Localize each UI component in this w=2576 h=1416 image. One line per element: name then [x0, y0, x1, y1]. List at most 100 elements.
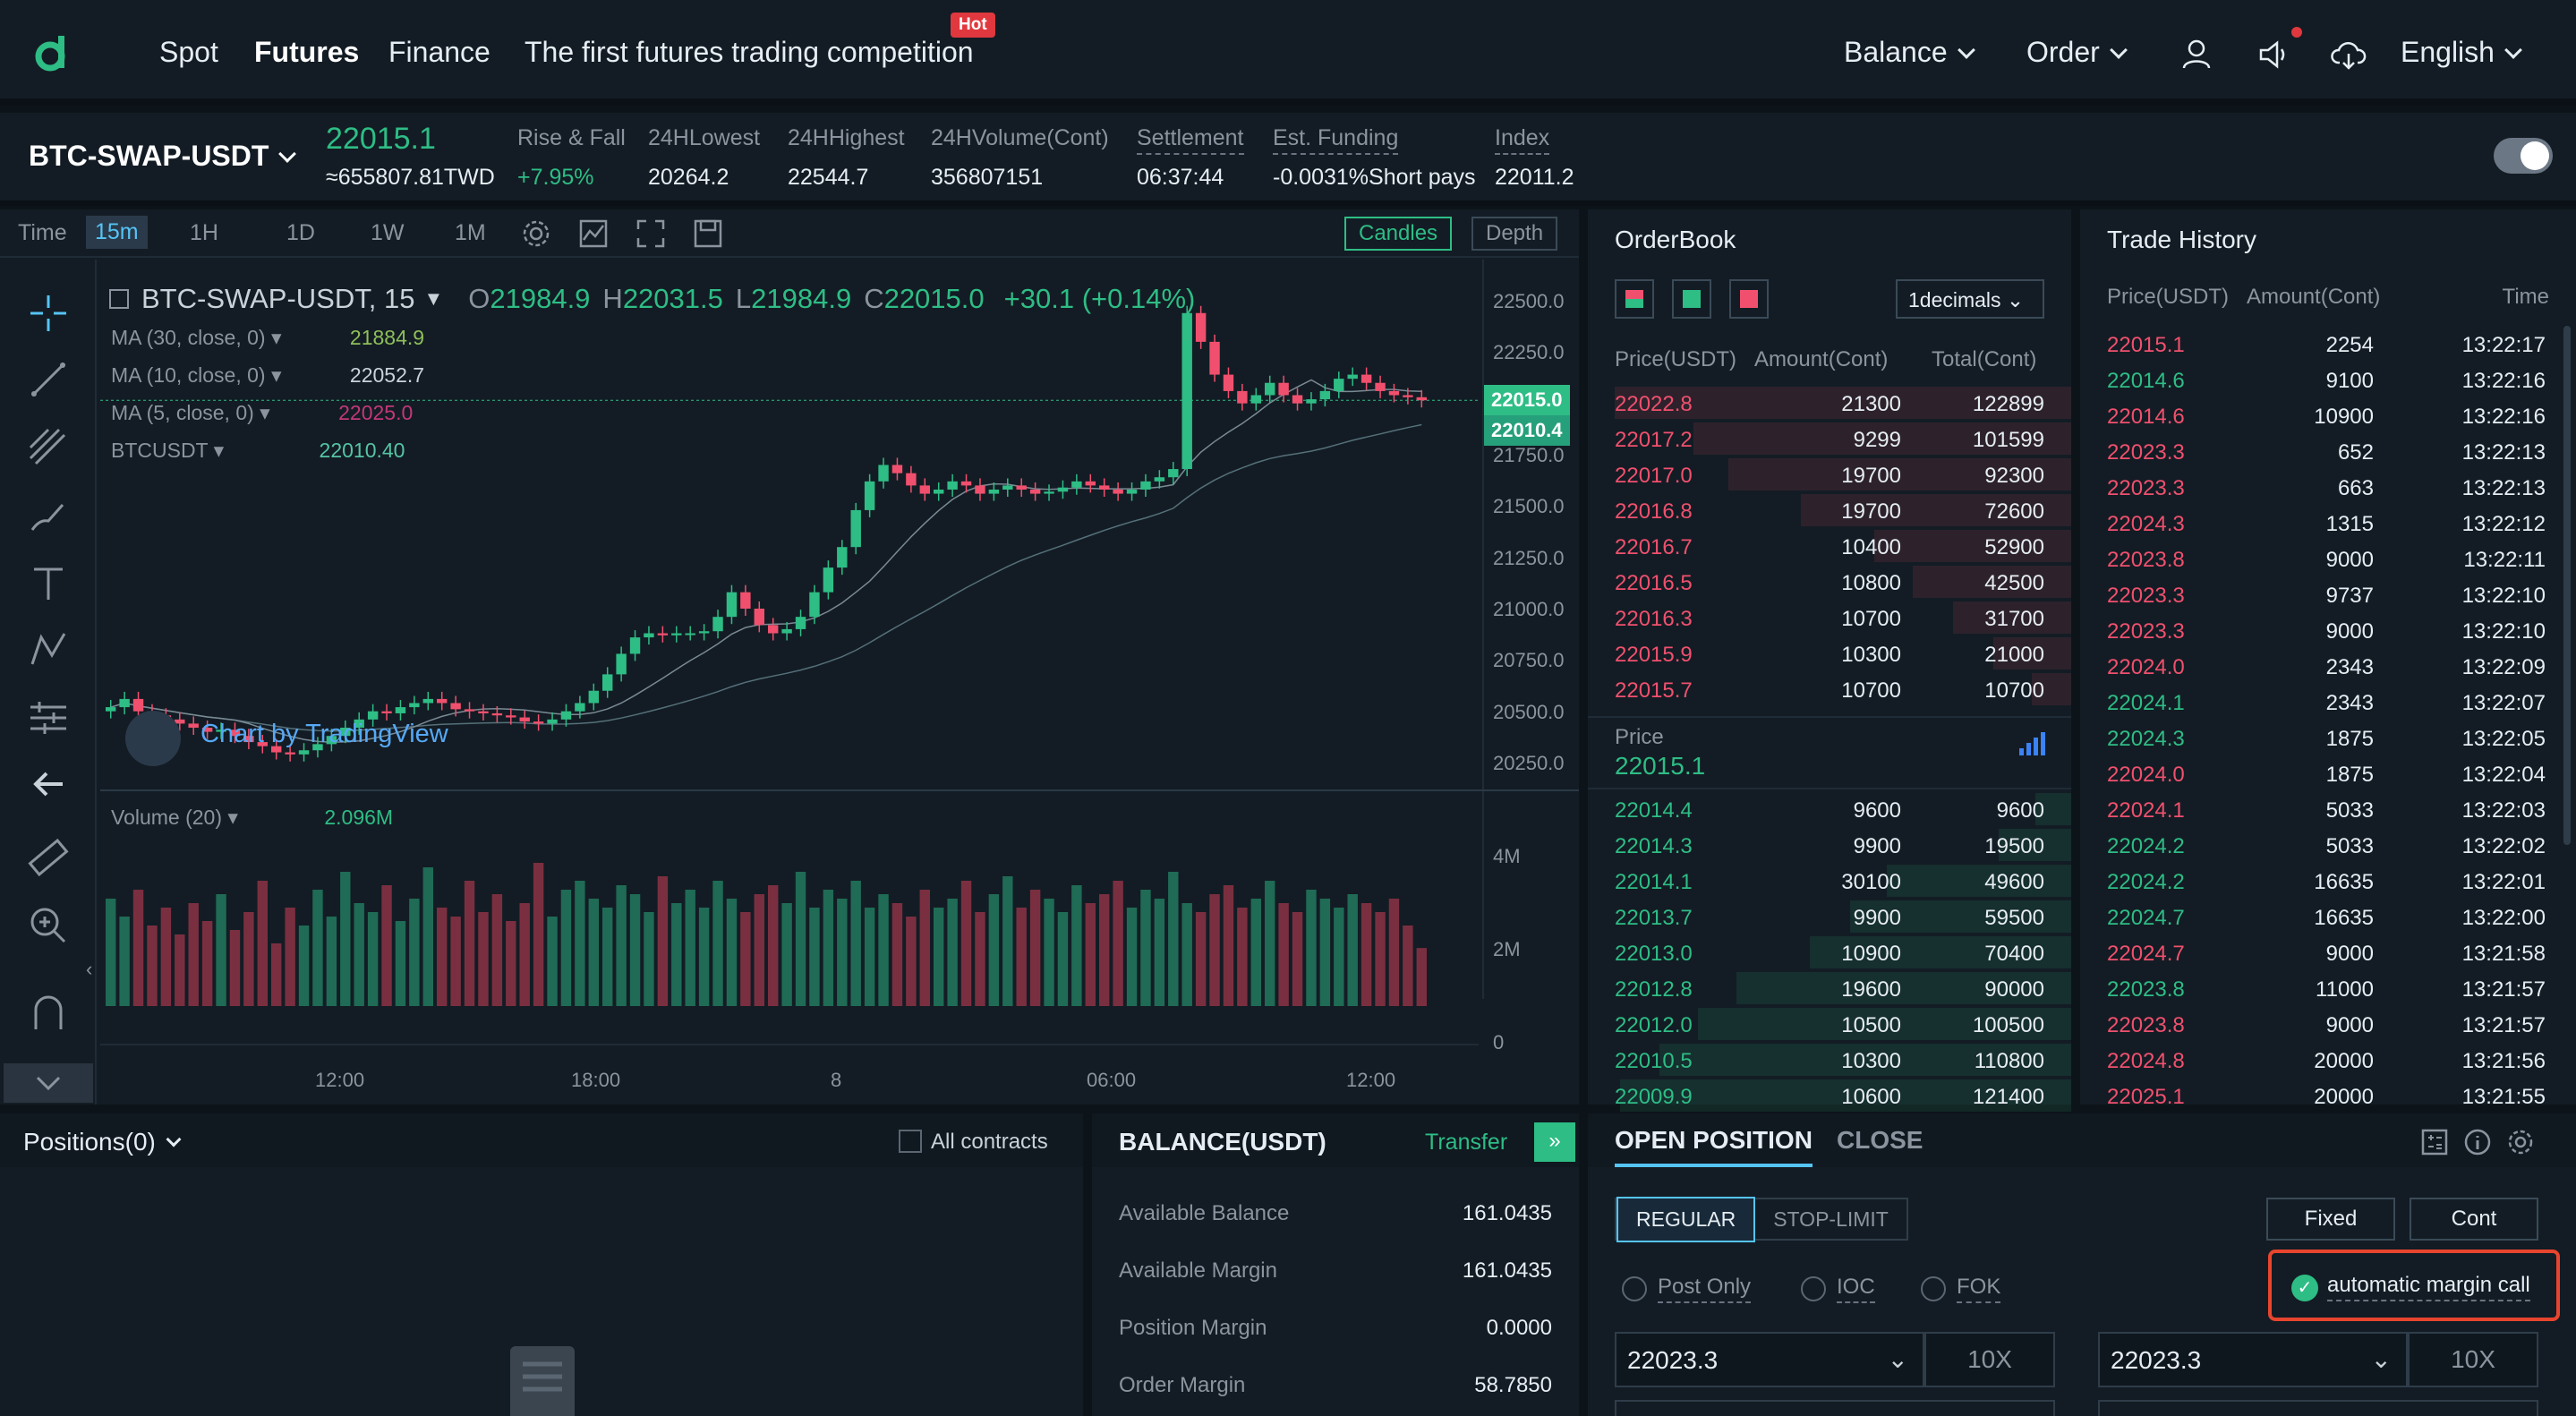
volume-bar [1319, 899, 1331, 1006]
theme-toggle[interactable] [2494, 138, 2553, 174]
interval-1m[interactable]: 1M [455, 220, 486, 246]
zoom-in-icon[interactable] [27, 904, 70, 947]
bid-row[interactable]: 22012.0 10500 100500 [1588, 1006, 2071, 1042]
interval-1d[interactable]: 1D [286, 220, 315, 246]
ioc-radio[interactable] [1801, 1276, 1826, 1301]
text-tool-icon[interactable] [27, 562, 70, 605]
view-asks-icon[interactable] [1729, 279, 1769, 319]
candle [119, 698, 130, 708]
back-arrow-icon[interactable] [27, 763, 70, 806]
tab-close[interactable]: CLOSE [1837, 1126, 1923, 1155]
next-input[interactable] [1615, 1400, 2055, 1416]
ask-row[interactable]: 22017.0 19700 92300 [1588, 456, 2071, 492]
ask-row[interactable]: 22016.8 19700 72600 [1588, 492, 2071, 528]
bid-row[interactable]: 22014.4 9600 9600 [1588, 791, 2071, 827]
trade-row: 22024.1 5033 13:22:03 [2080, 791, 2563, 827]
bid-row[interactable]: 22010.5 10300 110800 [1588, 1042, 2071, 1078]
calculator-icon[interactable] [2420, 1128, 2449, 1156]
trendline-icon[interactable] [27, 358, 70, 401]
fok-label[interactable]: FOK [1957, 1275, 2001, 1303]
pair-selector[interactable]: BTC-SWAP-USDT [29, 140, 297, 173]
trade-amount: 663 [2337, 476, 2374, 500]
tab-open-position[interactable]: OPEN POSITION [1615, 1126, 1813, 1167]
indicators-icon[interactable] [578, 218, 609, 249]
decimals-select[interactable]: 1decimals ⌄ [1896, 279, 2044, 319]
buy-price-select[interactable]: 22023.3 ⌄ [1615, 1332, 1924, 1387]
cloud-download-icon[interactable] [2331, 39, 2367, 70]
bid-row[interactable]: 22013.7 9900 59500 [1588, 899, 2071, 934]
volume-bar [891, 903, 903, 1006]
order-type-regular[interactable]: REGULAR [1616, 1196, 1756, 1242]
speaker-icon[interactable] [2257, 39, 2293, 70]
sell-price-select[interactable]: 22023.3 ⌄ [2098, 1332, 2408, 1387]
sell-leverage[interactable]: 10X [2408, 1332, 2538, 1387]
scrollbar[interactable] [2563, 326, 2571, 845]
all-contracts-checkbox[interactable] [899, 1130, 922, 1153]
ioc-label[interactable]: IOC [1837, 1275, 1875, 1303]
ask-row[interactable]: 22017.2 9299 101599 [1588, 421, 2071, 456]
info-icon[interactable] [2463, 1128, 2492, 1156]
interval-1h[interactable]: 1H [190, 220, 218, 246]
tradingview-watermark[interactable]: Chart by TradingView [200, 720, 448, 749]
positions-dropdown[interactable]: Positions(0) [23, 1128, 182, 1156]
nav-futures[interactable]: Futures [254, 36, 359, 69]
next-input[interactable] [2098, 1400, 2538, 1416]
fok-radio[interactable] [1921, 1276, 1946, 1301]
fullscreen-icon[interactable] [635, 218, 666, 249]
interval-1w[interactable]: 1W [371, 220, 405, 246]
crosshair-icon[interactable] [27, 292, 70, 335]
candles-button[interactable]: Candles [1344, 217, 1453, 251]
nav-balance[interactable]: Balance [1844, 36, 1975, 69]
volume-chart[interactable] [100, 791, 1479, 1006]
stat-label[interactable]: Settlement [1137, 125, 1244, 155]
stat-label[interactable]: Est. Funding [1273, 125, 1399, 155]
view-both-icon[interactable] [1615, 279, 1654, 319]
buy-leverage[interactable]: 10X [1924, 1332, 2055, 1387]
save-icon[interactable] [693, 218, 723, 249]
nav-spot[interactable]: Spot [159, 36, 218, 69]
order-type-stop-limit[interactable]: STOP-LIMIT [1755, 1198, 1906, 1241]
ask-row[interactable]: 22015.9 10300 21000 [1588, 635, 2071, 671]
bid-row[interactable]: 22012.8 19600 90000 [1588, 970, 2071, 1006]
ask-row[interactable]: 22016.3 10700 31700 [1588, 600, 2071, 635]
nav-finance[interactable]: Finance [388, 36, 490, 69]
settings-gear-icon[interactable] [521, 218, 551, 249]
expand-arrows-icon[interactable]: » [1534, 1122, 1575, 1162]
transfer-link[interactable]: Transfer [1425, 1130, 1507, 1156]
bid-row[interactable]: 22014.3 9900 19500 [1588, 827, 2071, 863]
pattern-icon[interactable] [27, 628, 70, 671]
magnet-icon[interactable] [27, 992, 70, 1035]
price-chart[interactable] [100, 265, 1479, 784]
bid-row[interactable]: 22014.1 30100 49600 [1588, 863, 2071, 899]
depth-button[interactable]: Depth [1471, 217, 1558, 251]
bid-row[interactable]: 22009.9 10600 121400 [1588, 1078, 2071, 1113]
stat-label[interactable]: Index [1495, 125, 1550, 155]
ask-row[interactable]: 22016.5 10800 42500 [1588, 564, 2071, 600]
ruler-icon[interactable] [27, 836, 70, 879]
nav-order[interactable]: Order [2026, 36, 2128, 69]
fib-tool-icon[interactable] [27, 426, 70, 469]
bid-row[interactable]: 22013.0 10900 70400 [1588, 934, 2071, 970]
ask-row[interactable]: 22016.7 10400 52900 [1588, 528, 2071, 564]
cont-button[interactable]: Cont [2410, 1198, 2538, 1241]
volume-bar [768, 885, 779, 1006]
auto-margin-checkbox[interactable]: ✓ [2291, 1275, 2318, 1301]
post-only-radio[interactable] [1622, 1276, 1647, 1301]
ask-row[interactable]: 22015.7 10700 10700 [1588, 671, 2071, 707]
brush-icon[interactable] [27, 494, 70, 537]
nav-competition[interactable]: The first futures trading competition [525, 36, 974, 69]
language-selector[interactable]: English [2401, 36, 2522, 69]
user-icon[interactable] [2182, 39, 2211, 70]
collapse-handle[interactable]: ‹ [86, 958, 92, 981]
post-only-label[interactable]: Post Only [1658, 1275, 1752, 1303]
settings-gear-icon[interactable] [2506, 1128, 2535, 1156]
prediction-icon[interactable] [27, 696, 70, 739]
interval-15m[interactable]: 15m [86, 216, 148, 249]
auto-margin-label[interactable]: automatic margin call [2327, 1273, 2530, 1301]
tools-expand[interactable] [4, 1063, 93, 1103]
ask-row[interactable]: 22022.8 21300 122899 [1588, 385, 2071, 421]
fixed-button[interactable]: Fixed [2266, 1198, 2395, 1241]
logo-icon[interactable] [30, 32, 73, 75]
view-both-swatch [1625, 290, 1643, 308]
view-bids-icon[interactable] [1672, 279, 1711, 319]
